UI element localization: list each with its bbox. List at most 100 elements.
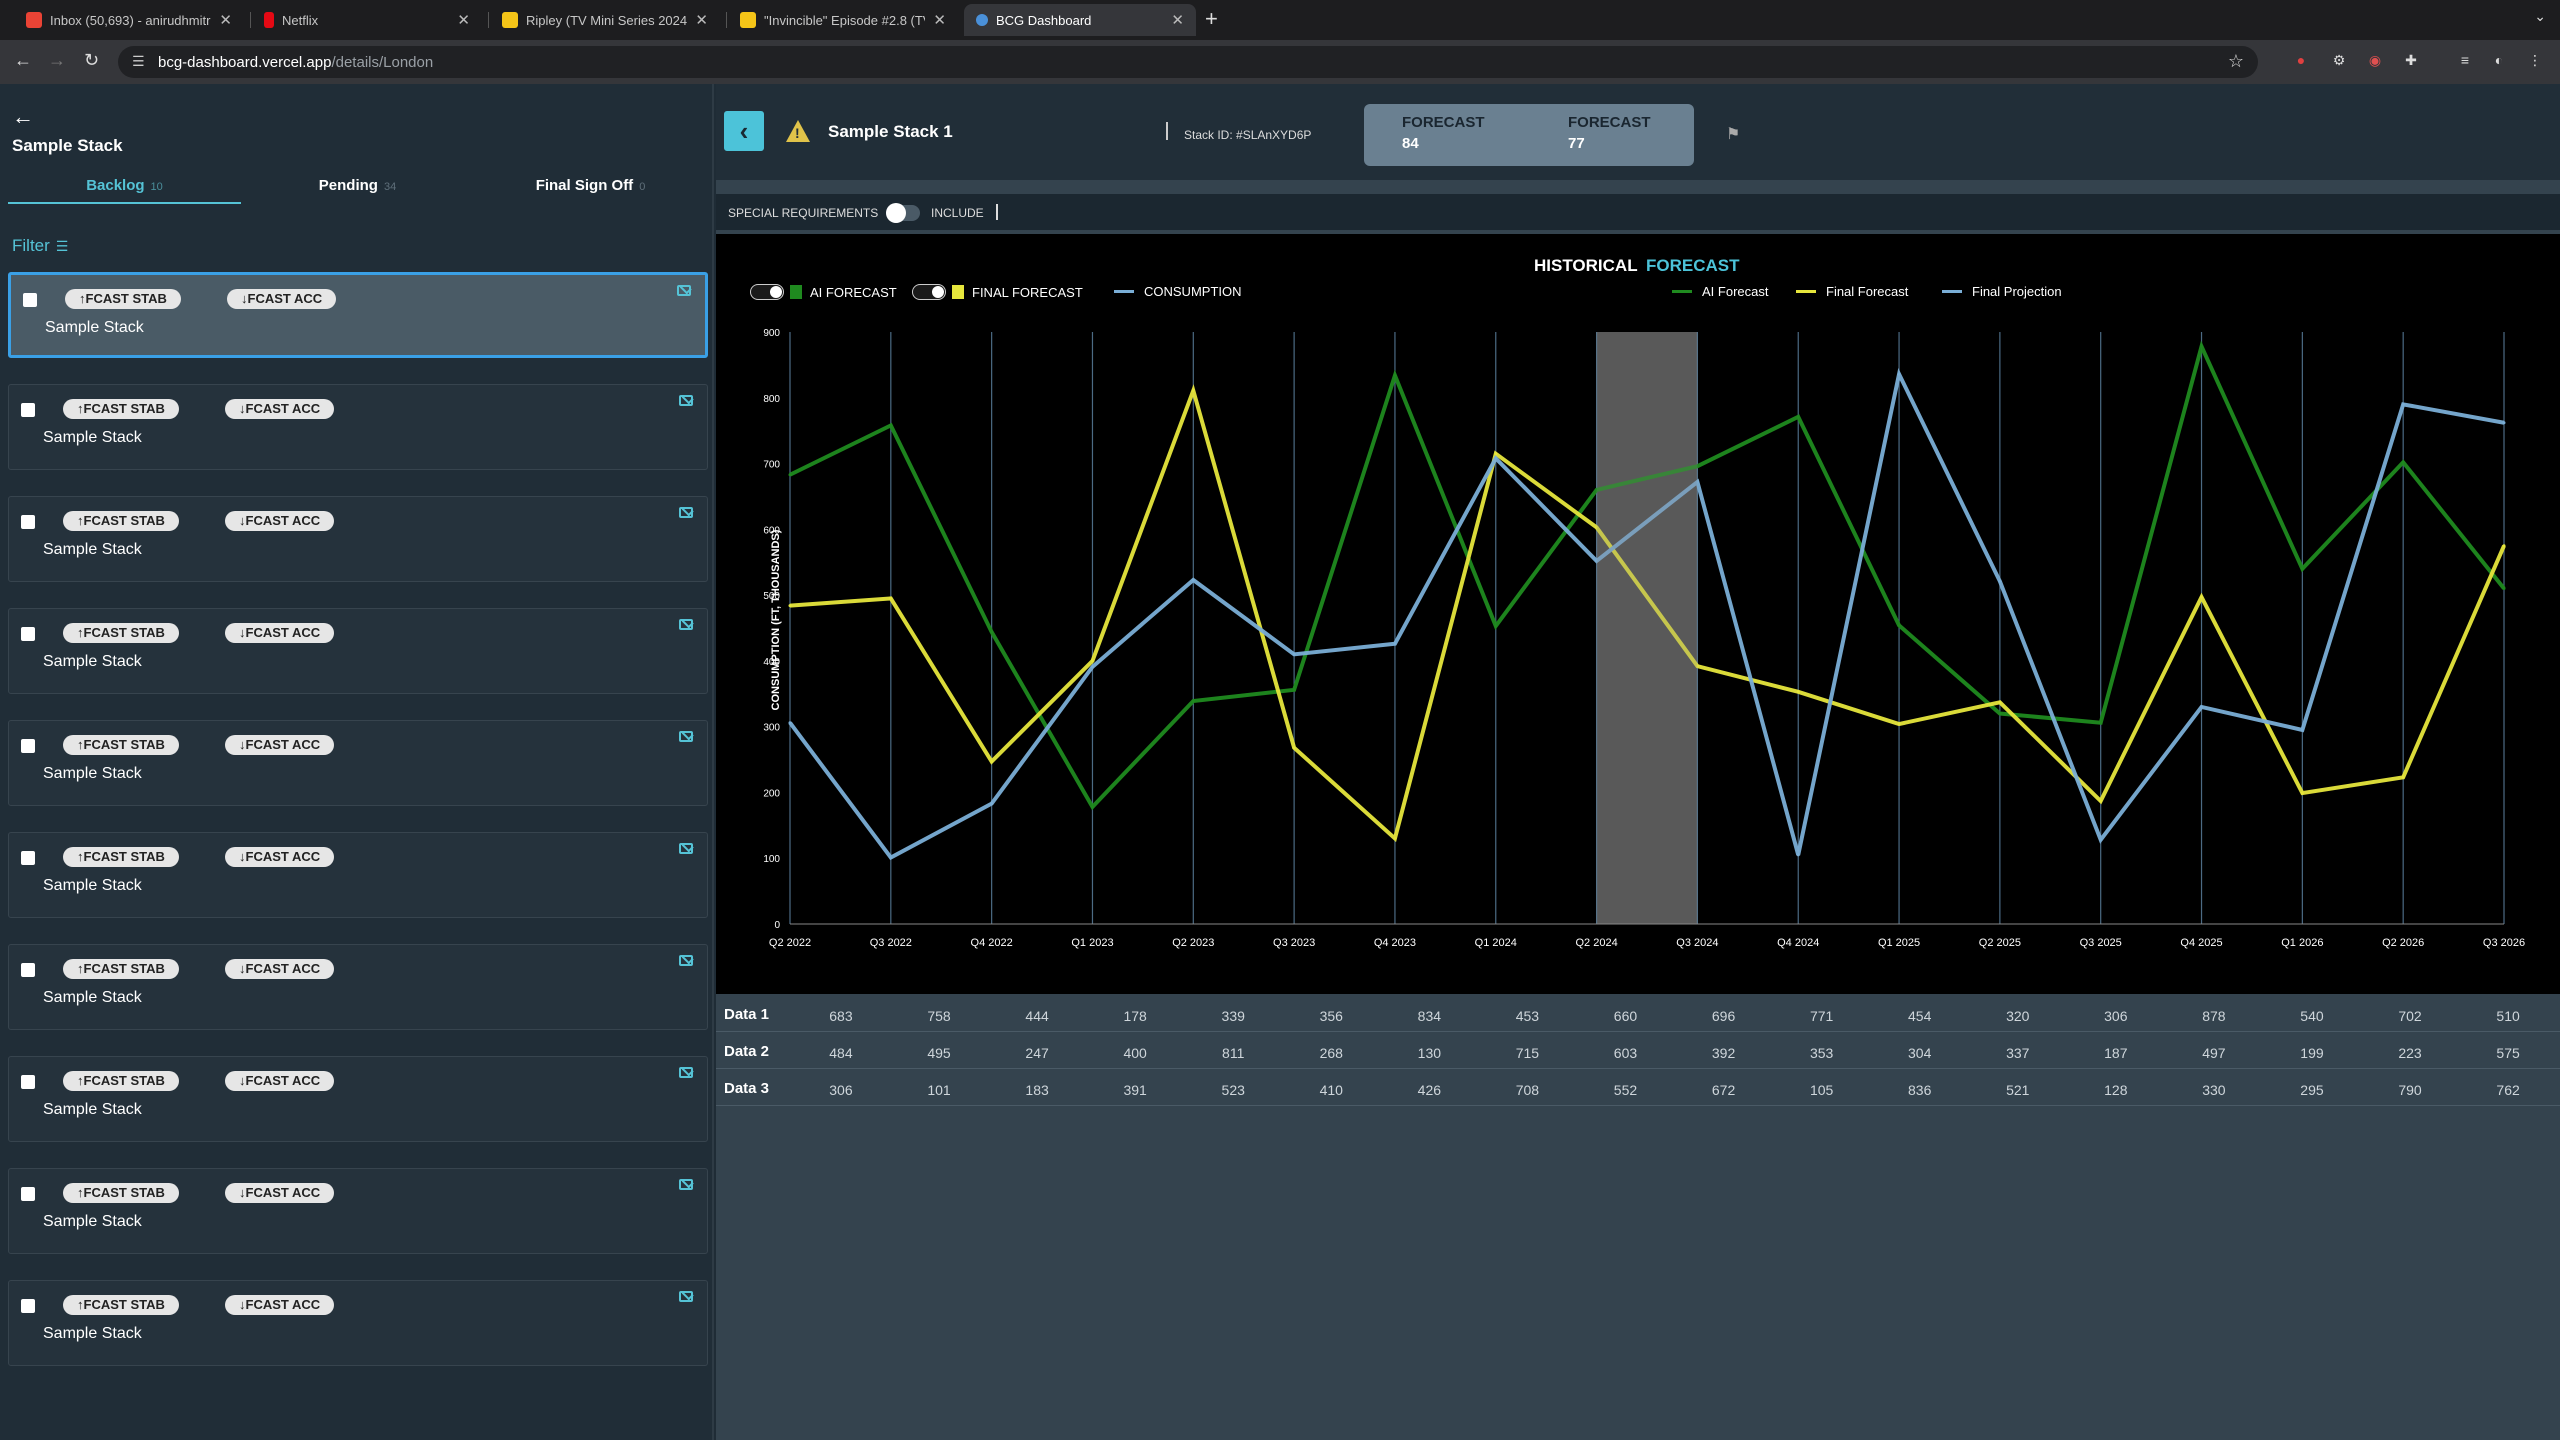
gear-icon[interactable]: ⚙: [2330, 52, 2348, 70]
media-icon[interactable]: ≡: [2456, 52, 2474, 70]
browser-tab-bcg-dashboard[interactable]: BCG Dashboard ✕: [964, 4, 1196, 36]
fcast-stab-badge[interactable]: ↑FCAST STAB: [65, 289, 181, 309]
card-checkbox[interactable]: [21, 851, 35, 865]
legend-ai-forecast[interactable]: AI FORECAST: [750, 284, 897, 300]
stack-card[interactable]: ↑FCAST STAB ↓FCAST ACC Sample Stack: [8, 1168, 708, 1254]
fcast-stab-badge[interactable]: ↑FCAST STAB: [63, 623, 179, 643]
stack-card[interactable]: ↑FCAST STAB ↓FCAST ACC Sample Stack: [8, 1056, 708, 1142]
tab-backlog[interactable]: Backlog 10: [8, 174, 241, 204]
fcast-stab-badge[interactable]: ↑FCAST STAB: [63, 847, 179, 867]
mail-icon[interactable]: [679, 731, 693, 742]
fcast-stab-badge[interactable]: ↑FCAST STAB: [63, 399, 179, 419]
fcast-stab-badge[interactable]: ↑FCAST STAB: [63, 735, 179, 755]
flag-icon[interactable]: ⚑: [1726, 124, 1740, 144]
forecast-toggle[interactable]: FORECAST: [1646, 256, 1740, 276]
record-icon[interactable]: ◉: [2366, 52, 2384, 70]
fcast-acc-badge[interactable]: ↓FCAST ACC: [225, 1071, 335, 1091]
mail-icon[interactable]: [679, 1179, 693, 1190]
x-tick-label: Q3 2025: [2080, 937, 2122, 949]
x-tick-label: Q3 2024: [1676, 937, 1718, 949]
site-info-icon[interactable]: ☰: [132, 53, 145, 70]
fcast-stab-badge[interactable]: ↑FCAST STAB: [63, 959, 179, 979]
fcast-acc-badge[interactable]: ↓FCAST ACC: [227, 289, 337, 309]
forecast-stat-1: FORECAST 84: [1402, 114, 1485, 152]
stack-card[interactable]: ↑FCAST STAB ↓FCAST ACC Sample Stack: [8, 944, 708, 1030]
stack-card[interactable]: ↑FCAST STAB ↓FCAST ACC Sample Stack: [8, 1280, 708, 1366]
more-icon[interactable]: ⋮: [2526, 52, 2544, 70]
card-checkbox[interactable]: [21, 963, 35, 977]
stack-card[interactable]: ↑FCAST STAB ↓FCAST ACC Sample Stack: [8, 496, 708, 582]
stack-card[interactable]: ↑FCAST STAB ↓FCAST ACC Sample Stack: [8, 272, 708, 358]
fcast-acc-badge[interactable]: ↓FCAST ACC: [225, 1295, 335, 1315]
puzzle-icon[interactable]: ✚: [2402, 52, 2420, 70]
address-bar[interactable]: ☰ bcg-dashboard.vercel.app/details/Londo…: [118, 46, 2258, 78]
include-toggle[interactable]: [886, 203, 920, 223]
tab-search-icon[interactable]: ⌄: [2534, 8, 2546, 25]
browser-tab-invincible[interactable]: "Invincible" Episode #2.8 (TV ✕: [728, 4, 958, 36]
close-icon[interactable]: ✕: [933, 11, 946, 29]
fcast-stab-badge[interactable]: ↑FCAST STAB: [63, 511, 179, 531]
data-point: [2200, 595, 2204, 599]
tab-title: Inbox (50,693) - anirudhmitr: [50, 12, 211, 28]
filter-button[interactable]: Filter ☰: [12, 236, 68, 256]
fcast-stab-badge[interactable]: ↑FCAST STAB: [63, 1183, 179, 1203]
fcast-acc-badge[interactable]: ↓FCAST ACC: [225, 623, 335, 643]
mail-icon[interactable]: [679, 619, 693, 630]
mail-icon[interactable]: [679, 955, 693, 966]
forward-icon[interactable]: →: [48, 50, 66, 71]
mail-icon[interactable]: [679, 1291, 693, 1302]
avatar[interactable]: ◐: [2490, 52, 2508, 70]
extension-icon[interactable]: ●: [2292, 52, 2310, 70]
tab-pending[interactable]: Pending 34: [241, 174, 474, 204]
mail-icon[interactable]: [679, 843, 693, 854]
reload-icon[interactable]: ↻: [84, 50, 99, 71]
fcast-acc-badge[interactable]: ↓FCAST ACC: [225, 847, 335, 867]
tab-final-sign-off[interactable]: Final Sign Off 0: [474, 174, 707, 204]
browser-tab-ripley[interactable]: Ripley (TV Mini Series 2024) ✕: [490, 4, 720, 36]
stack-card[interactable]: ↑FCAST STAB ↓FCAST ACC Sample Stack: [8, 832, 708, 918]
mail-icon[interactable]: [679, 395, 693, 406]
browser-tab-netflix[interactable]: Netflix ✕: [252, 4, 482, 36]
fcast-stab-badge[interactable]: ↑FCAST STAB: [63, 1295, 179, 1315]
back-icon[interactable]: ←: [14, 50, 32, 71]
table-cell: 660: [1613, 1008, 1638, 1024]
browser-tab-gmail[interactable]: Inbox (50,693) - anirudhmitr ✕: [14, 4, 244, 36]
fcast-acc-badge[interactable]: ↓FCAST ACC: [225, 735, 335, 755]
stack-id: Stack ID: #SLAnXYD6P: [1184, 128, 1312, 142]
new-tab-icon[interactable]: +: [1205, 6, 1218, 32]
card-checkbox[interactable]: [21, 1187, 35, 1201]
fcast-acc-badge[interactable]: ↓FCAST ACC: [225, 511, 335, 531]
bookmark-star-icon[interactable]: ☆: [2228, 51, 2244, 72]
fcast-acc-badge[interactable]: ↓FCAST ACC: [225, 1183, 335, 1203]
close-icon[interactable]: ✕: [1171, 11, 1184, 29]
collapse-button[interactable]: ‹: [724, 111, 764, 151]
fcast-acc-badge[interactable]: ↓FCAST ACC: [225, 399, 335, 419]
fcast-acc-badge[interactable]: ↓FCAST ACC: [225, 959, 335, 979]
card-checkbox[interactable]: [21, 739, 35, 753]
historical-toggle[interactable]: HISTORICAL: [1534, 256, 1638, 276]
final-forecast-toggle[interactable]: [912, 284, 946, 300]
page-title: Sample Stack 1: [828, 122, 953, 141]
close-icon[interactable]: ✕: [219, 11, 232, 29]
legend-consumption[interactable]: CONSUMPTION: [1114, 284, 1242, 299]
mail-icon[interactable]: [679, 507, 693, 518]
table-cell: 811: [1222, 1045, 1245, 1061]
back-arrow-icon[interactable]: ←: [12, 104, 34, 130]
stack-card[interactable]: ↑FCAST STAB ↓FCAST ACC Sample Stack: [8, 608, 708, 694]
ai-forecast-toggle[interactable]: [750, 284, 784, 300]
card-checkbox[interactable]: [21, 627, 35, 641]
table-cell: 836: [1908, 1082, 1932, 1098]
card-checkbox[interactable]: [23, 293, 37, 307]
mail-icon[interactable]: [677, 285, 691, 296]
card-checkbox[interactable]: [21, 515, 35, 529]
card-checkbox[interactable]: [21, 1299, 35, 1313]
fcast-stab-badge[interactable]: ↑FCAST STAB: [63, 1071, 179, 1091]
mail-icon[interactable]: [679, 1067, 693, 1078]
close-icon[interactable]: ✕: [695, 11, 708, 29]
legend-final-forecast[interactable]: FINAL FORECAST: [912, 284, 1083, 300]
stack-card[interactable]: ↑FCAST STAB ↓FCAST ACC Sample Stack: [8, 720, 708, 806]
stack-card[interactable]: ↑FCAST STAB ↓FCAST ACC Sample Stack: [8, 384, 708, 470]
close-icon[interactable]: ✕: [457, 11, 470, 29]
card-checkbox[interactable]: [21, 403, 35, 417]
card-checkbox[interactable]: [21, 1075, 35, 1089]
